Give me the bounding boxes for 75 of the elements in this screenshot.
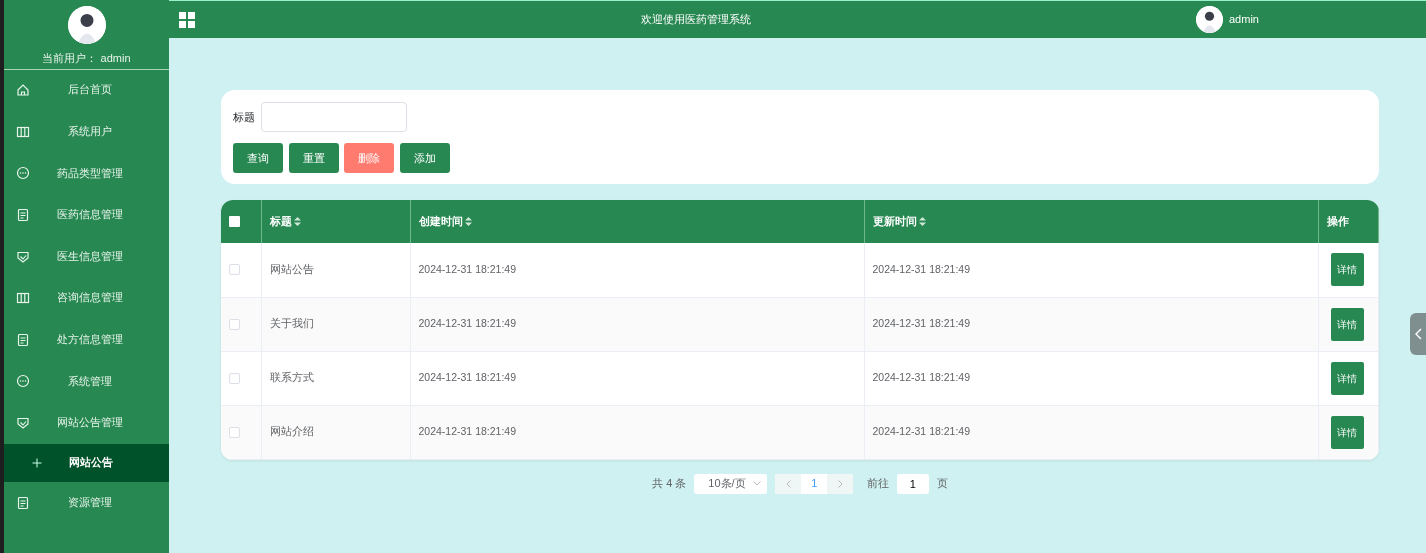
menu-item[interactable]: 药品类型管理 [4,152,169,195]
menu-item[interactable]: 咨询信息管理 [4,277,169,320]
table-cell: 网站公告 [269,262,314,275]
table-cell: 联系方式 [269,371,314,384]
row-checkbox[interactable] [229,372,240,384]
sort-icon [465,217,473,226]
row-checkbox[interactable] [229,318,240,330]
menu-item[interactable]: 处方信息管理 [4,319,169,361]
table-cell: 2024-12-31 18:21:49 [872,425,970,438]
menu-item[interactable]: 网站公告管理 [4,402,169,444]
header-title: 欢迎使用医药管理系统 [639,12,752,28]
shield-check-icon [16,249,30,264]
table-cell: 关于我们 [269,317,314,330]
columns-icon [16,291,30,306]
prev-page-button[interactable] [775,473,802,494]
submenu-item[interactable]: 网站公告 [4,443,169,482]
chat-icon [16,166,30,181]
details-button[interactable]: 详情 [1330,253,1364,287]
menu-item[interactable]: 系统用户 [4,111,169,153]
column-header[interactable]: 创建时间 [418,213,463,230]
action-button[interactable]: 删除 [344,143,394,173]
side-toggle-button[interactable] [1410,313,1426,355]
document-icon [16,332,30,347]
menu-item[interactable]: 医生信息管理 [4,235,169,278]
page-number-button[interactable]: 1 [801,473,828,494]
details-button[interactable]: 详情 [1330,307,1364,341]
chevron-right-icon [837,479,843,488]
column-header[interactable]: 操作 [1326,213,1349,230]
details-button[interactable]: 详情 [1330,361,1364,395]
select-all-checkbox[interactable] [229,216,240,227]
menu-item[interactable]: 系统管理 [4,360,169,403]
columns-icon [16,124,30,139]
page-size-select[interactable]: 10条/页 [694,473,768,494]
avatar [67,6,106,44]
field-label: 标题 [233,109,255,125]
chevron-left-icon [785,479,791,488]
sort-icon [294,217,302,226]
total-count: 共 4 条 [652,476,687,492]
table-cell: 2024-12-31 18:21:49 [872,262,970,275]
goto-label: 前往 [866,476,889,492]
action-button[interactable]: 查询 [233,143,283,173]
goto-page-field[interactable]: 1 [896,473,929,494]
column-header[interactable]: 标题 [269,213,292,230]
menu-item[interactable]: 后台首页 [4,69,169,112]
details-button[interactable]: 详情 [1330,415,1364,449]
table-cell: 2024-12-31 18:21:49 [872,317,970,330]
shield-check-icon [16,416,30,431]
page-suffix-label: 页 [936,476,948,492]
table-cell: 网站介绍 [269,425,314,438]
chevron-down-icon [753,481,762,486]
row-checkbox[interactable] [229,264,240,276]
username: admin [1229,12,1259,28]
grid-menu-icon [179,11,195,28]
table-cell: 2024-12-31 18:21:49 [418,317,516,330]
table-cell: 2024-12-31 18:21:49 [418,425,516,438]
table-cell: 2024-12-31 18:21:49 [872,371,970,384]
sort-icon [919,217,927,226]
plus-icon [32,457,42,468]
document-icon [16,495,30,510]
column-header[interactable]: 更新时间 [872,213,917,230]
row-checkbox[interactable] [229,426,240,438]
current-user-label: 当前用户： admin [42,51,131,66]
menu-item[interactable]: 医药信息管理 [4,194,169,236]
home-icon [16,83,30,98]
chat-icon [16,374,30,389]
avatar [1196,6,1223,33]
chevron-left-icon [1414,328,1422,340]
table-cell: 2024-12-31 18:21:49 [418,262,516,275]
document-icon [16,208,30,223]
table-cell: 2024-12-31 18:21:49 [418,371,516,384]
action-button[interactable]: 重置 [288,143,339,173]
next-page-button[interactable] [827,473,854,494]
title-input-field[interactable] [260,102,407,132]
menu-item[interactable]: 资源管理 [4,481,169,524]
action-button[interactable]: 添加 [399,143,450,173]
